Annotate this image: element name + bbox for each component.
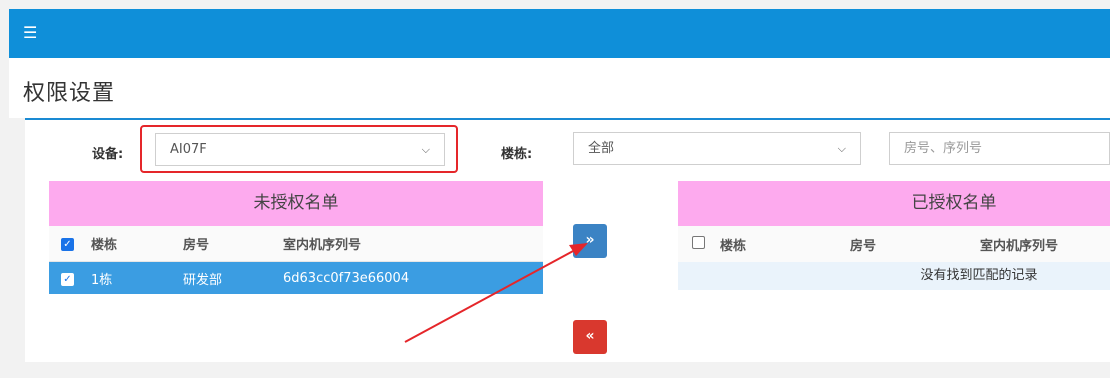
annotation-arrow-head [569,243,588,256]
annotation-arrow [404,243,588,343]
page: ☰ 权限设置 设备: AI07F ⌵ 楼栋: 全部 ⌵ 房号、序列号 未授权名单… [0,0,1110,378]
annotation-arrow-line [404,249,576,343]
